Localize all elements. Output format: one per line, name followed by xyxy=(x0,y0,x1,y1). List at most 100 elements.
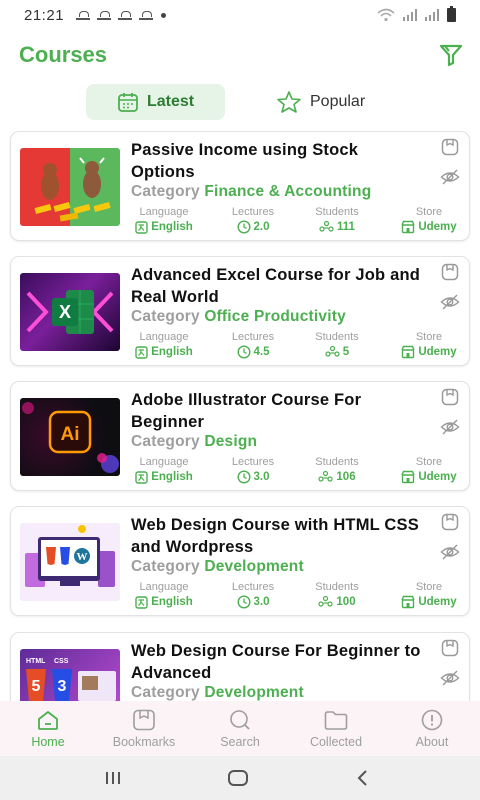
svg-text:W: W xyxy=(77,551,88,563)
language-meta: Language English xyxy=(131,456,197,485)
status-time: 21:21 xyxy=(24,6,65,24)
nav-home-label: Home xyxy=(31,735,65,749)
eye-off-icon[interactable] xyxy=(440,668,460,688)
clock-icon xyxy=(236,345,251,359)
students-icon xyxy=(319,220,334,232)
language-meta: Language English xyxy=(131,331,197,360)
home-icon xyxy=(38,711,58,730)
course-card[interactable]: X Advanced Excel Course for Job and Real… xyxy=(10,256,470,366)
bookmark-icon[interactable] xyxy=(440,638,460,658)
store-value: Udemy xyxy=(418,221,457,233)
students-value: 106 xyxy=(336,471,356,483)
tab-latest-label: Latest xyxy=(146,93,195,110)
students-meta: Students 111 xyxy=(306,206,368,235)
recent-apps-icon[interactable] xyxy=(103,768,123,788)
system-navigation-bar xyxy=(0,756,480,800)
store-label: Store xyxy=(415,581,443,593)
excel-logo-letter: X xyxy=(59,302,71,322)
course-card[interactable]: Passive Income using Stock Options Categ… xyxy=(10,131,470,241)
store-value: Udemy xyxy=(418,471,457,483)
students-meta: Students 106 xyxy=(306,456,368,485)
html-label: HTML xyxy=(26,658,46,665)
search-icon xyxy=(230,710,250,730)
home-button-icon[interactable] xyxy=(227,768,249,788)
students-label: Students xyxy=(315,456,359,468)
language-value: English xyxy=(151,471,193,483)
category-value: Development xyxy=(204,558,304,575)
store-icon xyxy=(401,470,415,484)
clock-icon xyxy=(236,220,251,234)
tab-popular-label: Popular xyxy=(310,93,366,110)
eye-off-icon[interactable] xyxy=(440,292,460,312)
language-label: Language xyxy=(139,581,189,593)
course-category: Category Finance & Accounting xyxy=(131,183,371,201)
category-label: Category xyxy=(131,684,200,701)
store-meta: Store Udemy xyxy=(395,581,463,610)
language-meta: Language English xyxy=(131,581,197,610)
translate-icon xyxy=(135,220,148,234)
bookmark-icon xyxy=(133,709,155,731)
nav-about[interactable]: About xyxy=(384,701,480,756)
store-value: Udemy xyxy=(418,596,457,608)
bookmark-icon[interactable] xyxy=(440,387,460,407)
bookmark-icon[interactable] xyxy=(440,137,460,157)
store-meta: Store Udemy xyxy=(395,456,463,485)
category-label: Category xyxy=(131,183,200,200)
store-meta: Store Udemy xyxy=(395,206,463,235)
students-value: 111 xyxy=(337,221,355,233)
course-title: Web Design Course with HTML CSS and Word… xyxy=(131,516,419,556)
back-icon[interactable] xyxy=(353,768,373,788)
store-icon xyxy=(401,595,415,609)
category-label: Category xyxy=(131,433,200,450)
nav-collected[interactable]: Collected xyxy=(288,701,384,756)
tab-popular[interactable]: Popular xyxy=(262,84,382,120)
store-meta: Store Udemy xyxy=(395,331,463,360)
notification-icon xyxy=(118,10,133,20)
tab-latest[interactable]: Latest xyxy=(86,84,225,120)
bookmark-icon[interactable] xyxy=(440,262,460,282)
eye-off-icon[interactable] xyxy=(440,167,460,187)
filter-icon[interactable] xyxy=(438,42,464,68)
store-value: Udemy xyxy=(418,346,457,358)
course-title: Passive Income using Stock Options xyxy=(131,141,359,181)
category-value: Finance & Accounting xyxy=(204,183,372,200)
nav-collected-label: Collected xyxy=(309,735,363,749)
notification-icon xyxy=(139,10,154,20)
course-title: Advanced Excel Course for Job and Real W… xyxy=(131,266,421,306)
course-list[interactable]: Passive Income using Stock Options Categ… xyxy=(0,131,480,701)
students-label: Students xyxy=(315,331,359,343)
bull-bear-illustration xyxy=(34,157,111,222)
lectures-label: Lectures xyxy=(231,206,275,218)
translate-icon xyxy=(135,595,148,609)
signal-icon xyxy=(403,9,417,21)
category-value: Office Productivity xyxy=(204,308,346,325)
course-card[interactable]: HTML CSS 5 3 Web Design Course For Begin… xyxy=(10,632,470,701)
course-card[interactable]: W Web Design Course with HTML CSS and Wo… xyxy=(10,506,470,616)
eye-off-icon[interactable] xyxy=(440,417,460,437)
lectures-meta: Lectures 3.0 xyxy=(225,456,281,485)
lectures-label: Lectures xyxy=(231,581,275,593)
lectures-value: 2.0 xyxy=(253,221,270,233)
store-icon xyxy=(401,345,415,359)
category-label: Category xyxy=(131,308,200,325)
nav-search-label: Search xyxy=(220,735,260,749)
nav-home[interactable]: Home xyxy=(0,701,96,756)
course-card[interactable]: Ai Adobe Illustrator Course For Beginner… xyxy=(10,381,470,491)
store-label: Store xyxy=(415,456,443,468)
app-header: Courses xyxy=(0,36,480,76)
calendar-icon xyxy=(118,93,138,112)
nav-search[interactable]: Search xyxy=(192,701,288,756)
bookmark-icon[interactable] xyxy=(440,512,460,532)
eye-off-icon[interactable] xyxy=(440,542,460,562)
lectures-label: Lectures xyxy=(231,456,275,468)
students-value: 100 xyxy=(336,596,356,608)
web-design-illustration: W xyxy=(25,525,115,587)
nav-bookmarks[interactable]: Bookmarks xyxy=(96,701,192,756)
course-title: Adobe Illustrator Course For Beginner xyxy=(131,391,362,431)
clock-icon xyxy=(236,470,251,484)
clock-icon xyxy=(236,595,251,609)
category-value: Development xyxy=(204,684,304,701)
course-category: Category Office Productivity xyxy=(131,308,346,326)
nav-bookmarks-label: Bookmarks xyxy=(112,735,176,749)
language-label: Language xyxy=(139,206,189,218)
